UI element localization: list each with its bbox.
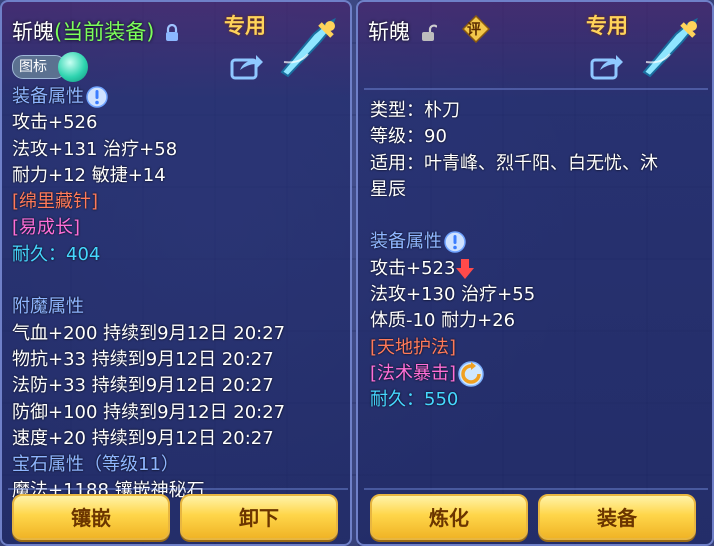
attribute-line: 耐久：404 [12,242,285,268]
attribute-line: 体质-10 耐力+26 [370,308,658,334]
attribute-text: 宝石属性（等级11） [12,454,179,476]
attribute-line: [法术暴击] [370,361,658,387]
right-attribute-list: 类型：朴刀等级：90 适用：叶青峰、烈千阳、白无忧、沐 星辰装备属性攻击+523 法攻… [370,98,658,414]
attribute-text: 星辰 [370,178,406,200]
divider [8,488,348,490]
attribute-line: 宝石属性（等级11） [12,452,285,478]
attribute-line: [易成长] [12,215,285,241]
exclusive-label: 专用 [224,14,266,38]
toggle-knob [58,52,88,82]
share-icon[interactable] [230,52,264,80]
attribute-line: 耐久：550 [370,387,658,413]
attribute-text: 耐力+12 敏捷+14 [12,164,166,186]
attribute-line: [绵里藏针] [12,189,285,215]
equipped-item-panel: 斩魄(当前装备) 专用 图标 装备属性攻击+526 法攻+131 治疗+58 耐力+… [0,0,352,546]
attribute-text: 法攻+131 治疗+58 [12,138,178,160]
item-name: 斩魄 [368,20,410,44]
lock-icon[interactable] [165,24,179,42]
attribute-line: 类型：朴刀 [370,98,658,124]
attribute-text: 体质-10 耐力+26 [370,310,516,332]
attribute-line: 装备属性 [12,84,285,110]
unequip-button[interactable]: 卸下 [180,494,338,540]
attribute-text: 速度+20 持续到9月12日 20:27 [12,427,274,449]
attribute-line [370,203,658,229]
attribute-line: [天地护法] [370,335,658,361]
attribute-line: 攻击+526 [12,110,285,136]
attribute-text: 攻击+526 [12,112,98,134]
left-attribute-list: 装备属性攻击+526 法攻+131 治疗+58 耐力+12 敏捷+14 [绵里藏针] [… [12,84,285,505]
attribute-line: 附魔属性 [12,294,285,320]
attribute-line: 攻击+523 [370,256,658,282]
attribute-text: 法防+33 持续到9月12日 20:27 [12,375,274,397]
compare-item-panel: 斩魄 评 专用 类型：朴刀等级：90 适用：叶青峰、烈千阳、白无忧、沐 星辰装备属性… [356,0,714,546]
attribute-line: 防御+100 持续到9月12日 20:27 [12,400,285,426]
info-icon[interactable] [444,231,466,254]
attribute-text: [绵里藏针] [12,191,99,213]
equip-button[interactable]: 装备 [538,494,696,540]
equipped-label: (当前装备) [54,20,155,44]
rate-badge-label: 评 [467,22,481,38]
attribute-text: 攻击+523 [370,257,456,279]
attribute-line: 适用：叶青峰、烈千阳、白无忧、沐 [370,151,658,177]
right-item-title: 斩魄 [368,16,437,46]
divider [364,488,708,490]
attribute-text: 耐久：550 [370,389,459,411]
exclusive-label: 专用 [586,14,628,38]
refresh-icon[interactable] [458,361,484,387]
info-icon[interactable] [86,86,108,108]
icon-toggle[interactable]: 图标 [12,52,92,82]
attribute-text: 附魔属性 [12,296,84,318]
attribute-text: [天地护法] [370,336,457,358]
weapon-icon [642,17,698,78]
attribute-line: 装备属性 [370,229,658,255]
divider [364,88,708,90]
attribute-line: 法攻+130 治疗+55 [370,282,658,308]
attribute-text: 类型：朴刀 [370,100,460,121]
arrow-down-icon [456,258,475,279]
attribute-line: 耐力+12 敏捷+14 [12,163,285,189]
attribute-line: 气血+200 持续到9月12日 20:27 [12,321,285,347]
refine-button[interactable]: 炼化 [370,494,528,540]
attribute-text: 等级：90 [370,126,447,148]
attribute-line: 等级：90 [370,124,658,150]
attribute-text: 防御+100 持续到9月12日 20:27 [12,401,286,423]
attribute-line: 法防+33 持续到9月12日 20:27 [12,373,285,399]
unlock-icon[interactable] [421,24,437,42]
attribute-line: 物抗+33 持续到9月12日 20:27 [12,347,285,373]
rate-badge[interactable]: 评 [461,14,491,44]
attribute-text: 装备属性 [370,231,442,253]
attribute-text: 法攻+130 治疗+55 [370,284,536,306]
attribute-line: 星辰 [370,177,658,203]
attribute-line: 法攻+131 治疗+58 [12,137,285,163]
attribute-text: 适用：叶青峰、烈千阳、白无忧、沐 [370,152,658,174]
attribute-text: [易成长] [12,217,81,239]
attribute-line: 速度+20 持续到9月12日 20:27 [12,426,285,452]
attribute-text: 装备属性 [12,86,84,107]
attribute-text: [法术暴击] [370,362,457,384]
item-name: 斩魄 [12,20,54,44]
left-item-title: 斩魄(当前装备) [12,16,179,46]
attribute-text: 物抗+33 持续到9月12日 20:27 [12,348,274,370]
inlay-button[interactable]: 镶嵌 [12,494,170,540]
share-icon[interactable] [590,52,624,80]
attribute-text: 耐久：404 [12,243,101,265]
weapon-icon [280,17,336,78]
attribute-line [12,268,285,294]
attribute-text: 气血+200 持续到9月12日 20:27 [12,322,286,344]
